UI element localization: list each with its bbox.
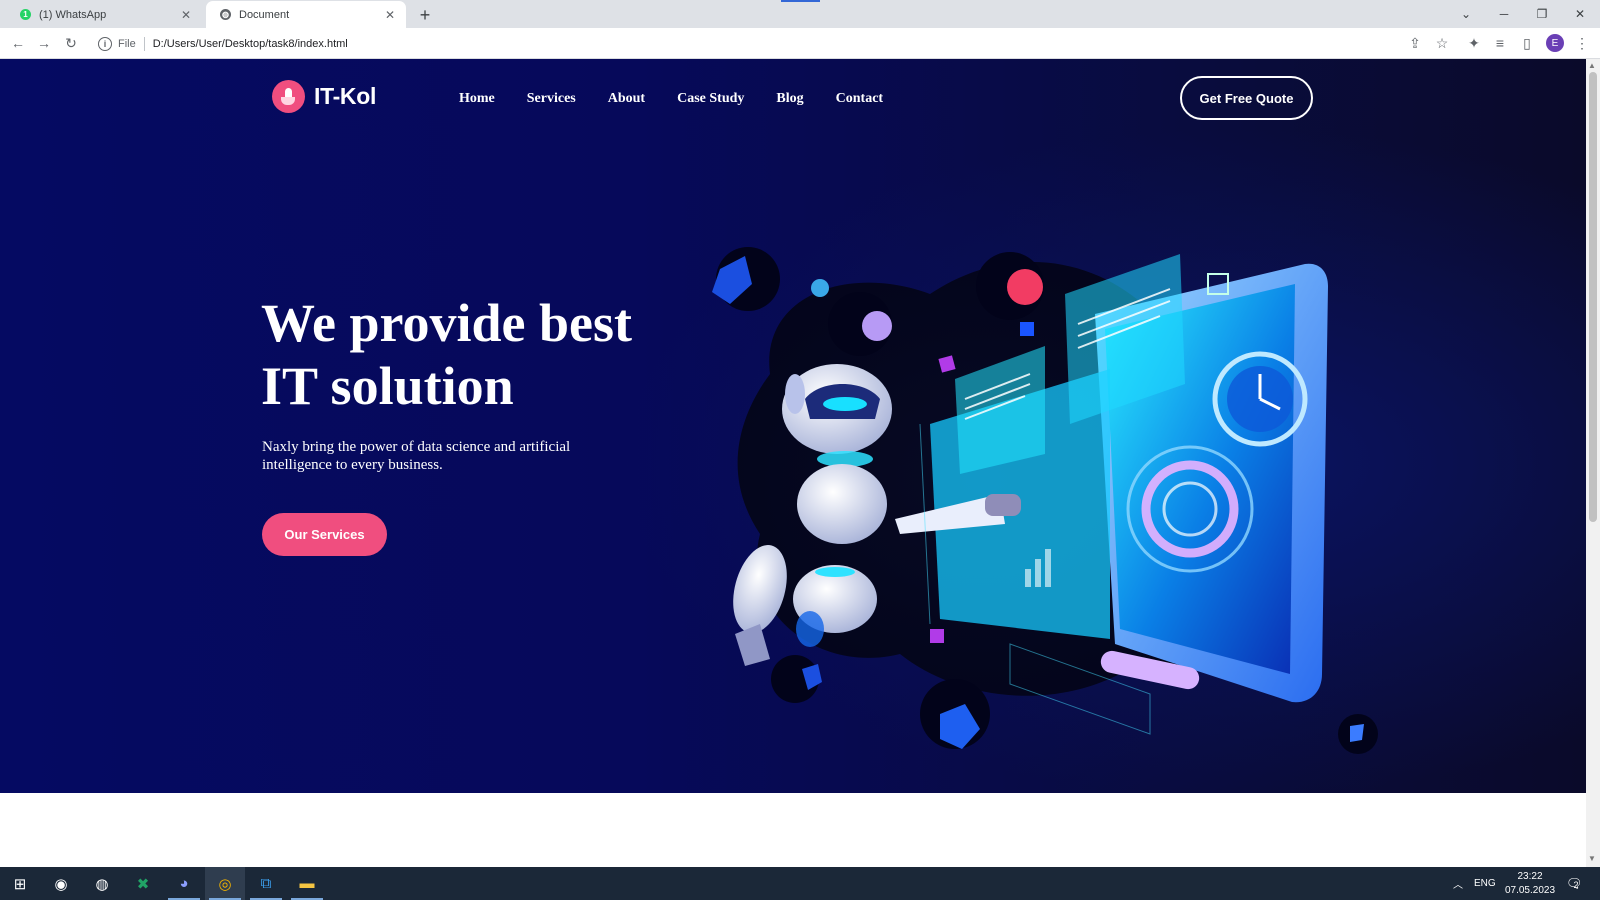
- info-icon[interactable]: i: [98, 36, 112, 51]
- main-nav: Home Services About Case Study Blog Cont…: [459, 91, 883, 107]
- clock-date: 07.05.2023: [1504, 885, 1556, 896]
- nav-home[interactable]: Home: [459, 91, 495, 107]
- language-indicator[interactable]: ENG: [1474, 867, 1496, 900]
- nav-services[interactable]: Services: [527, 91, 576, 107]
- side-panel-icon[interactable]: ▯: [1517, 33, 1537, 53]
- brand-name: IT-Kol: [314, 83, 377, 109]
- browser-toolbar: ← → ↻ i File D:/Users/User/Desktop/task8…: [0, 28, 1600, 59]
- chrome-icon[interactable]: ◎: [205, 867, 245, 900]
- floating-crystal: [1350, 724, 1364, 742]
- minimize-icon[interactable]: ─: [1493, 3, 1515, 25]
- tab-search-icon[interactable]: ⌄: [1455, 3, 1477, 25]
- excel-icon[interactable]: ✖: [123, 867, 163, 900]
- nav-contact[interactable]: Contact: [836, 91, 883, 107]
- vscode-icon[interactable]: ⧉: [246, 867, 286, 900]
- clock-graphic: [1212, 351, 1308, 447]
- notification-count: 2: [1573, 880, 1579, 890]
- tab-title: (1) WhatsApp: [39, 8, 107, 21]
- robot-hand: [985, 494, 1021, 516]
- close-window-icon[interactable]: ✕: [1569, 3, 1591, 25]
- brand-logo[interactable]: IT-Kol: [272, 80, 376, 113]
- address-scheme: File: [118, 37, 136, 50]
- headline-line-2: IT solution: [261, 356, 514, 416]
- scroll-down-arrow[interactable]: ▼: [1588, 854, 1596, 863]
- tab-title: Document: [239, 8, 290, 21]
- plus-badge-icon: [1020, 322, 1034, 336]
- page-viewport: IT-Kol Home Services About Case Study Bl…: [0, 59, 1586, 867]
- menu-kebab-icon[interactable]: ⋮: [1572, 33, 1592, 53]
- close-icon[interactable]: ✕: [382, 7, 398, 23]
- get-free-quote-button[interactable]: Get Free Quote: [1180, 76, 1313, 120]
- scrollbar-thumb[interactable]: [1589, 72, 1597, 522]
- lilac-orb: [862, 311, 892, 341]
- close-icon[interactable]: ✕: [178, 7, 194, 23]
- address-bar[interactable]: i File D:/Users/User/Desktop/task8/index…: [92, 31, 1402, 56]
- system-clock[interactable]: 23:22 07.05.2023: [1500, 870, 1560, 898]
- extensions-icon[interactable]: ✦: [1464, 33, 1484, 53]
- address-url[interactable]: D:/Users/User/Desktop/task8/index.html: [153, 38, 348, 50]
- hero-subtext: Naxly bring the power of data science an…: [262, 439, 571, 473]
- headline-line-1: We provide best: [261, 293, 633, 353]
- hero-headline: We provide best IT solution: [261, 292, 701, 418]
- robot-hologram-illustration: [712, 247, 1378, 754]
- tab-drag-indicator: [781, 0, 820, 2]
- share-icon[interactable]: ⇪: [1405, 33, 1425, 53]
- back-icon[interactable]: ←: [8, 33, 28, 53]
- media-controls-icon[interactable]: ≡: [1490, 33, 1510, 53]
- tray-overflow-icon[interactable]: ︿: [1453, 867, 1463, 900]
- notification-icon[interactable]: 🗨 2: [1566, 867, 1583, 900]
- tab-document[interactable]: ◍ Document ✕: [206, 1, 406, 28]
- globe-icon: ◍: [220, 9, 231, 20]
- nav-about[interactable]: About: [608, 91, 645, 107]
- blue-orb: [811, 279, 829, 297]
- steam-icon[interactable]: ◉: [41, 867, 81, 900]
- discord-icon[interactable]: ◕: [164, 867, 204, 900]
- windows-taskbar: ⊞ ◉ ◍ ✖ ◕ ◎ ⧉ ▬ ︿ ENG 23:22 07.05.2023 🗨…: [0, 867, 1600, 900]
- new-tab-button[interactable]: +: [414, 4, 436, 26]
- browser-tab-strip: 1 (1) WhatsApp ✕ ◍ Document ✕ + ⌄ ─ ❐ ✕: [0, 0, 1600, 28]
- hero-section: IT-Kol Home Services About Case Study Bl…: [0, 59, 1586, 793]
- nav-blog[interactable]: Blog: [776, 91, 803, 107]
- restore-icon[interactable]: ❐: [1531, 3, 1553, 25]
- forward-icon[interactable]: →: [34, 33, 54, 53]
- whatsapp-icon: 1: [20, 9, 31, 20]
- windows-start-icon[interactable]: ⊞: [0, 867, 40, 900]
- nav-case-study[interactable]: Case Study: [677, 91, 744, 107]
- reload-icon[interactable]: ↻: [61, 33, 81, 53]
- red-orb: [1007, 269, 1043, 305]
- logo-icon: [272, 80, 305, 113]
- our-services-button[interactable]: Our Services: [262, 513, 387, 556]
- tab-whatsapp[interactable]: 1 (1) WhatsApp ✕: [6, 1, 202, 28]
- clock-time: 23:22: [1517, 871, 1543, 882]
- x-badge-icon: [930, 629, 944, 643]
- profile-avatar[interactable]: E: [1546, 34, 1564, 52]
- scroll-up-arrow[interactable]: ▲: [1588, 61, 1596, 70]
- bookmark-star-icon[interactable]: ☆: [1432, 33, 1452, 53]
- address-divider: [143, 36, 145, 51]
- app-circle-icon[interactable]: ◍: [82, 867, 122, 900]
- file-explorer-icon[interactable]: ▬: [287, 867, 327, 900]
